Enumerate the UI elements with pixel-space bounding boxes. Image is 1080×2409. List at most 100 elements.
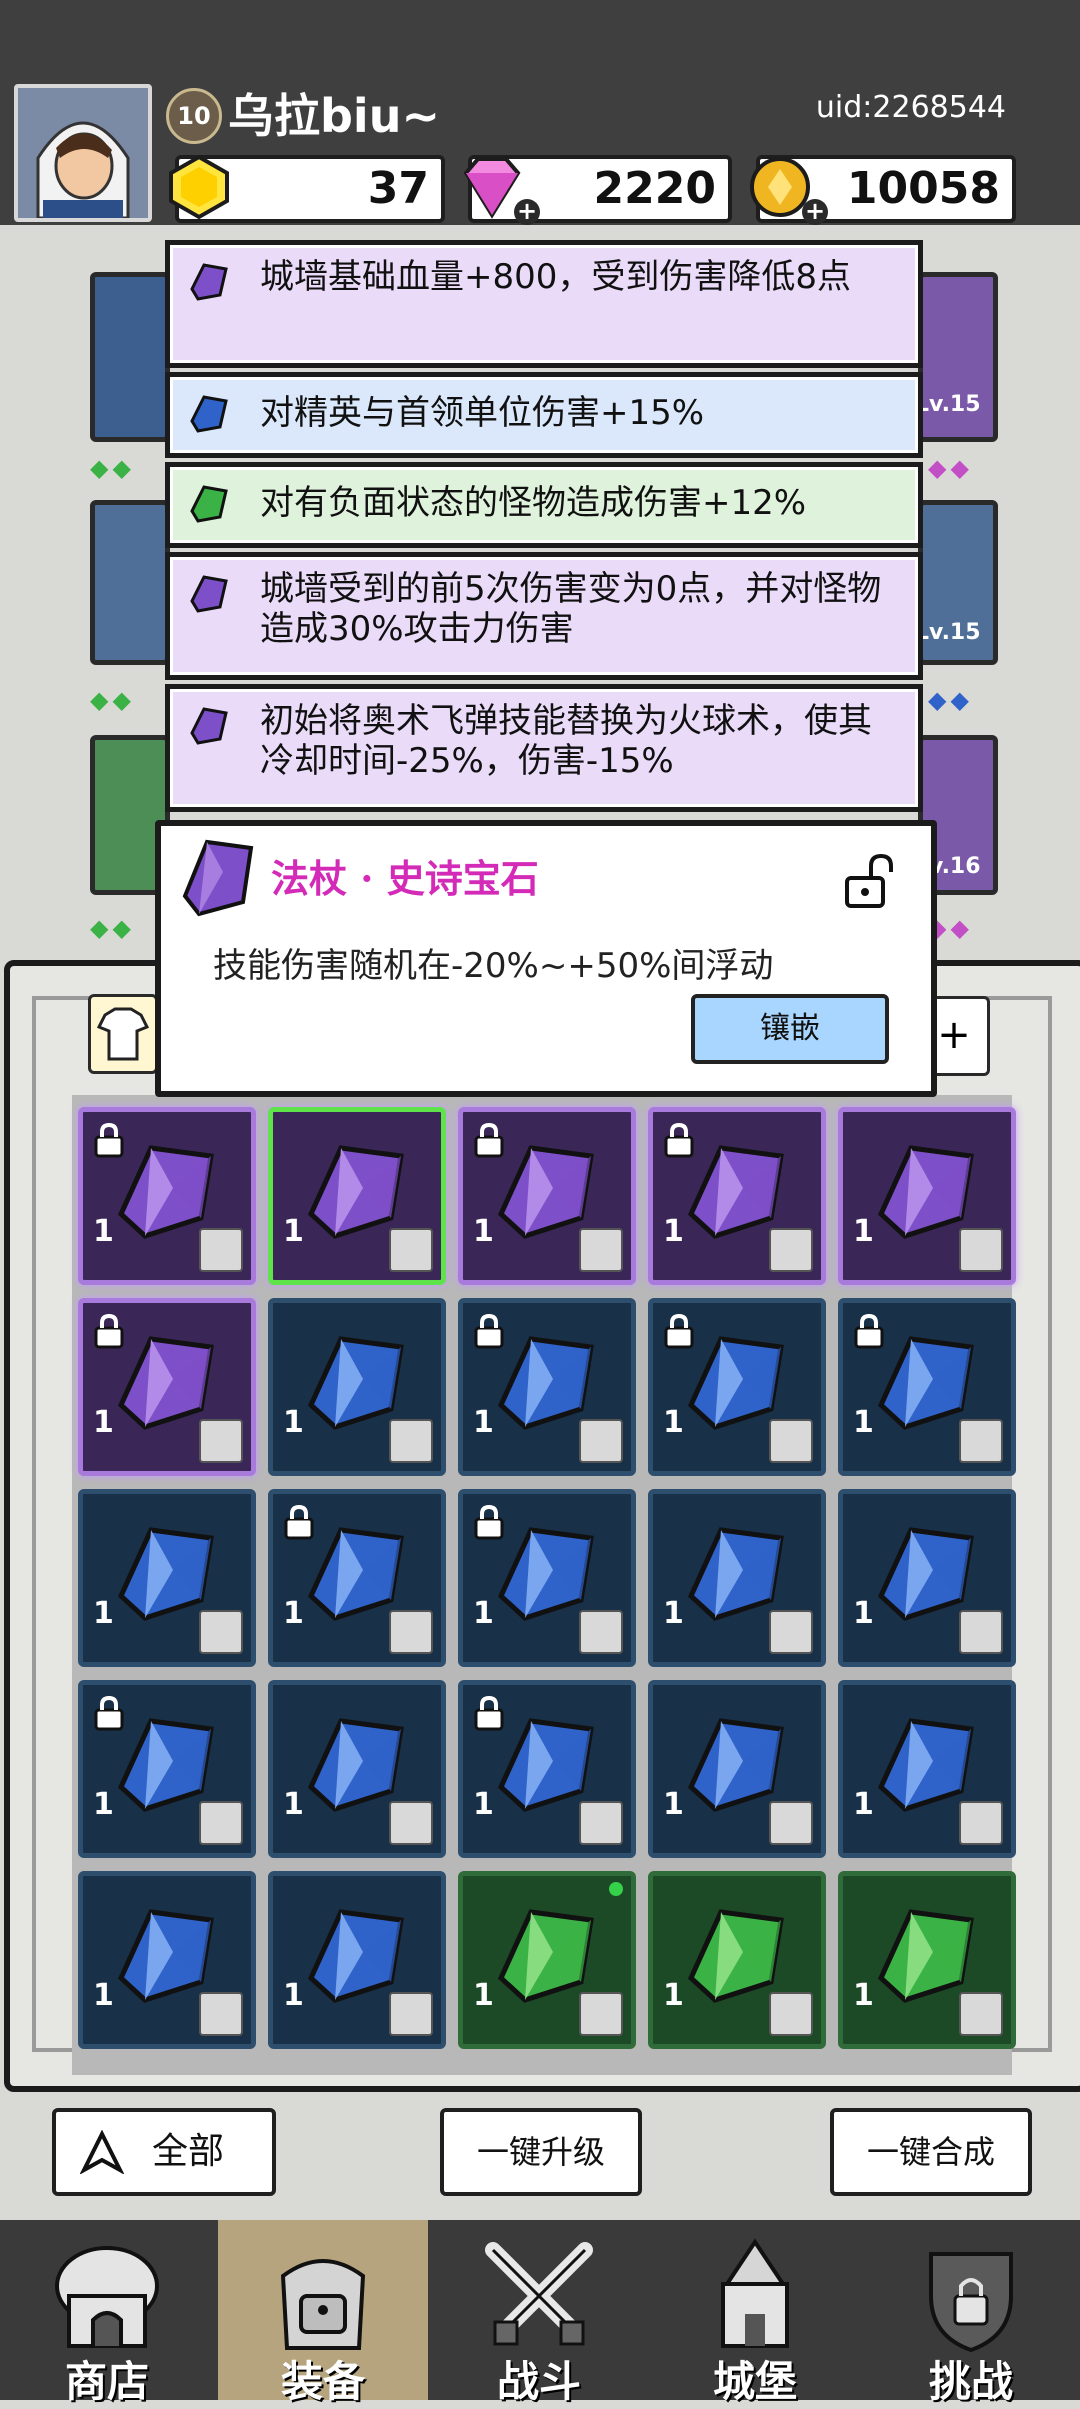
- gem-count: 1: [473, 1405, 494, 1440]
- ring-slot-type-icon: [389, 1419, 433, 1463]
- gem-slot[interactable]: 1: [838, 1871, 1016, 2049]
- green-gem-icon: [190, 485, 228, 523]
- cloak-slot-type-icon: [389, 1610, 433, 1654]
- gem-slot[interactable]: 1: [458, 1680, 636, 1858]
- lock-icon: [474, 1695, 504, 1731]
- diamond-value: 2220: [593, 163, 716, 214]
- gem-count: 1: [663, 1596, 684, 1631]
- diamond-counter[interactable]: + 2220: [463, 155, 732, 225]
- gem-slot[interactable]: 1: [458, 1107, 636, 1285]
- staff-slot-type-icon: [389, 1228, 433, 1272]
- equip-slot-left-2[interactable]: [90, 500, 170, 665]
- attribute-text-4: 城墙受到的前5次伤害变为0点，并对怪物造成30%攻击力伤害: [260, 569, 882, 649]
- staff-slot-type-icon: [199, 1228, 243, 1272]
- gold-gem-counter[interactable]: 37: [169, 154, 445, 223]
- gem-slot[interactable]: 1: [268, 1489, 446, 1667]
- gem-slot[interactable]: 1: [78, 1489, 256, 1667]
- embed-button[interactable]: 镶嵌: [691, 994, 889, 1064]
- gem-count: 1: [853, 1978, 874, 2013]
- unlock-icon[interactable]: [841, 852, 899, 910]
- add-diamond-plus-icon[interactable]: +: [514, 199, 540, 225]
- one-click-upgrade-button[interactable]: 一键升级: [440, 2108, 642, 2196]
- ring-slot-type-icon: [769, 1419, 813, 1463]
- lock-icon: [94, 1122, 124, 1158]
- gem-slot[interactable]: 1: [78, 1871, 256, 2049]
- gold-coin-value: 10058: [846, 163, 1000, 214]
- filter-all-label: 全部: [152, 2131, 225, 2172]
- gem-slot[interactable]: 1: [838, 1489, 1016, 1667]
- add-coin-plus-icon[interactable]: +: [802, 199, 828, 225]
- socket-indicators-left-3: ◆◆: [90, 914, 135, 942]
- gem-slot[interactable]: 1: [648, 1489, 826, 1667]
- necklace-slot-type-icon: [389, 1992, 433, 2036]
- gem-slot[interactable]: 1: [268, 1107, 446, 1285]
- nav-item-shop[interactable]: 商店: [2, 2220, 212, 2406]
- player-level-badge: 10: [166, 88, 222, 144]
- gem-count: 1: [93, 1405, 114, 1440]
- gem-count: 1: [93, 1787, 114, 1822]
- filter-all-button[interactable]: 全部: [52, 2108, 276, 2196]
- gem-slot[interactable]: 1: [838, 1107, 1016, 1285]
- castle-icon: [721, 2238, 789, 2348]
- gem-slot[interactable]: 1: [458, 1871, 636, 2049]
- gem-slot[interactable]: 1: [268, 1298, 446, 1476]
- gem-slot[interactable]: 1: [648, 1871, 826, 2049]
- gem-slot[interactable]: 1: [648, 1298, 826, 1476]
- gem-slot[interactable]: 1: [458, 1489, 636, 1667]
- hooded-hero-portrait: [18, 88, 148, 218]
- gem-slot[interactable]: 1: [78, 1298, 256, 1476]
- gem-detail-description: 技能伤害随机在-20%~+50%间浮动: [213, 946, 774, 986]
- filter-chip-clothing[interactable]: [88, 994, 158, 1074]
- gem-count: 1: [283, 1978, 304, 2013]
- boots-slot-type-icon: [959, 1610, 1003, 1654]
- gem-count: 1: [473, 1787, 494, 1822]
- staff-slot-type-icon: [579, 1801, 623, 1845]
- player-name: 乌拉biu~: [228, 89, 440, 143]
- gem-count: 1: [663, 1978, 684, 2013]
- necklace-slot-type-icon: [199, 1419, 243, 1463]
- attribute-text-5: 初始将奥术飞弹技能替换为火球术，使其冷却时间-25%，伤害-15%: [260, 701, 872, 781]
- gem-count: 1: [663, 1405, 684, 1440]
- one-click-merge-button[interactable]: 一键合成: [830, 2108, 1032, 2196]
- lock-icon: [854, 1313, 884, 1349]
- lock-icon: [284, 1504, 314, 1540]
- cloak-slot-type-icon: [579, 1610, 623, 1654]
- gem-count: 1: [853, 1596, 874, 1631]
- necklace-slot-type-icon: [959, 1228, 1003, 1272]
- cloak-slot-type-icon: [769, 1610, 813, 1654]
- gem-slot[interactable]: 1: [838, 1298, 1016, 1476]
- gem-grid: 1 1 1 1 1 1 1 1 1 1 1 1 1 1 1 1 1 1 1 1 1 1 1 1 1: [72, 1095, 1016, 2075]
- player-avatar[interactable]: [14, 84, 152, 222]
- attribute-text-2: 对精英与首领单位伤害+15%: [260, 393, 705, 433]
- gem-count: 1: [473, 1596, 494, 1631]
- gem-slot[interactable]: 1: [268, 1871, 446, 2049]
- socket-indicators-right-2: ◆◆: [928, 686, 973, 714]
- attribute-row-1: 城墙基础血量+800，受到伤害降低8点: [165, 240, 923, 368]
- crossed-swords-icon: [485, 2242, 593, 2346]
- new-item-dot: [609, 1882, 623, 1896]
- gold-coin-counter[interactable]: + 10058: [750, 155, 1016, 225]
- nav-item-battle[interactable]: 战斗: [434, 2220, 644, 2406]
- slot-level-2: Lv.15: [915, 620, 981, 645]
- gem-slot[interactable]: 1: [78, 1680, 256, 1858]
- player-uid: uid:2268544: [815, 90, 1006, 125]
- gem-count: 1: [283, 1214, 304, 1249]
- gem-slot[interactable]: 1: [838, 1680, 1016, 1858]
- gem-count: 1: [663, 1214, 684, 1249]
- gem-slot[interactable]: 1: [78, 1107, 256, 1285]
- gem-count: 1: [93, 1596, 114, 1631]
- gem-slot[interactable]: 1: [648, 1107, 826, 1285]
- gem-slot[interactable]: 1: [648, 1680, 826, 1858]
- ring-slot-type-icon: [959, 1419, 1003, 1463]
- nav-item-castle[interactable]: 城堡: [650, 2220, 860, 2406]
- purple-gem-icon: [190, 263, 228, 301]
- attribute-row-2: 对精英与首领单位伤害+15%: [165, 372, 923, 458]
- equip-slot-left-1[interactable]: [90, 272, 170, 442]
- nav-item-equipment[interactable]: 装备: [218, 2220, 428, 2406]
- purple-gem-icon: [190, 707, 228, 745]
- gem-count: 1: [93, 1214, 114, 1249]
- nav-item-challenge[interactable]: 挑战: [866, 2220, 1076, 2406]
- gem-count: 1: [473, 1978, 494, 2013]
- gem-slot[interactable]: 1: [268, 1680, 446, 1858]
- gem-slot[interactable]: 1: [458, 1298, 636, 1476]
